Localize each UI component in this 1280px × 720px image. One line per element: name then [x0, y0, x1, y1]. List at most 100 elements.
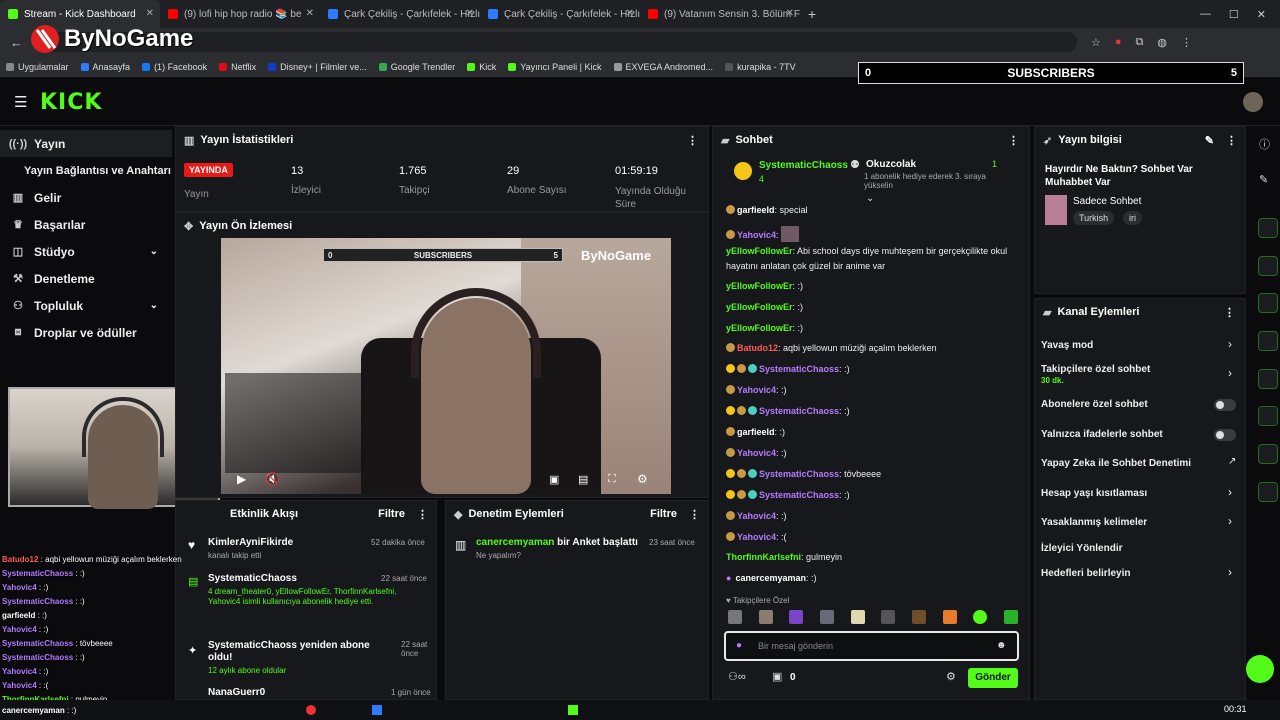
emote-icon[interactable] — [942, 610, 957, 624]
extension-icon[interactable]: ● — [1115, 36, 1122, 49]
more-icon[interactable]: ⋮ — [689, 508, 700, 521]
more-icon[interactable]: ⋮ — [1224, 306, 1235, 319]
play-icon[interactable]: ▶ — [237, 472, 246, 486]
users-icon[interactable]: ⚇∞ — [728, 670, 746, 683]
action-goals[interactable]: Hedefleri belirleyin — [1041, 568, 1130, 579]
taskbar-app-icon[interactable] — [306, 705, 316, 715]
close-tab-icon[interactable]: ✕ — [146, 8, 154, 19]
more-icon[interactable]: ⋮ — [687, 134, 698, 147]
close-window-icon[interactable]: ✕ — [1257, 8, 1266, 21]
close-tab-icon[interactable]: ✕ — [306, 8, 314, 19]
chevron-right-icon[interactable]: › — [1228, 337, 1232, 351]
emote-icon[interactable] — [758, 610, 773, 624]
bookmark-kick[interactable]: Kick — [467, 62, 496, 72]
theater-icon[interactable]: ▤ — [578, 473, 588, 486]
filter-button[interactable]: Filtre — [378, 508, 405, 520]
emoji-icon[interactable]: ☻ — [996, 640, 1007, 651]
chevron-down-icon[interactable]: ⌄ — [866, 193, 874, 204]
chevron-right-icon[interactable]: › — [1228, 366, 1232, 380]
quick-action-button[interactable] — [1258, 218, 1278, 238]
sidebar-item-revenue[interactable]: ▥ Gelir — [0, 184, 172, 211]
emote-icon[interactable] — [850, 610, 865, 624]
profile-icon[interactable]: ◍ — [1157, 36, 1167, 49]
quick-action-button[interactable] — [1258, 406, 1278, 426]
subs-only-toggle[interactable] — [1214, 399, 1236, 411]
user-avatar[interactable] — [1243, 92, 1263, 112]
quick-action-button[interactable] — [1258, 256, 1278, 276]
hamburger-menu-icon[interactable]: ☰ — [14, 93, 27, 111]
bookmark-trends[interactable]: Google Trendler — [378, 62, 455, 72]
puzzle-icon[interactable]: ⧉ — [1136, 36, 1144, 49]
chat-input-placeholder[interactable]: Bir mesaj gönderin — [758, 641, 833, 651]
tag-turkish[interactable]: Turkish — [1073, 211, 1115, 225]
sidebar-item-studio[interactable]: ◫ Stüdyo ⌄ — [0, 238, 172, 265]
emote-icon[interactable] — [728, 610, 742, 624]
bookmark-facebook[interactable]: (1) Facebook — [142, 62, 207, 72]
pip-icon[interactable]: ▣ — [549, 473, 559, 486]
action-followers-only[interactable]: Takipçilere özel sohbet — [1041, 364, 1150, 375]
info-icon[interactable]: ⓘ — [1259, 136, 1270, 152]
send-button[interactable]: Gönder — [968, 668, 1018, 688]
emote-icon[interactable] — [911, 610, 926, 624]
action-slow-mode[interactable]: Yavaş mod — [1041, 340, 1093, 351]
filter-button[interactable]: Filtre — [650, 508, 677, 520]
chat-input-box[interactable]: ● Bir mesaj gönderin ☻ — [724, 631, 1019, 661]
action-account-age[interactable]: Hesap yaşı kısıtlaması — [1041, 488, 1147, 499]
close-tab-icon[interactable]: ✕ — [786, 8, 794, 19]
star-icon[interactable]: ☆ — [1091, 36, 1101, 49]
bookmark-apps[interactable]: Uygulamalar — [6, 62, 69, 72]
more-icon[interactable]: ⋮ — [1226, 134, 1237, 147]
chevron-right-icon[interactable]: › — [1228, 514, 1232, 528]
tab-vatanim[interactable]: (9) Vatanım Sensin 3. Bölüm Fr ✕ — [640, 0, 800, 28]
more-icon[interactable]: ⋮ — [417, 508, 428, 521]
taskbar-app-icon[interactable] — [568, 705, 578, 715]
sidebar-item-drops[interactable]: ⧈ Droplar ve ödüller — [0, 319, 172, 346]
preview-video[interactable]: 0 SUBSCRIBERS 5 ByNoGame ▶ 🔇 ▣ ▤ ⛶ ⚙ — [221, 238, 671, 494]
action-host[interactable]: İzleyici Yönlendir — [1041, 543, 1123, 554]
emote-only-toggle[interactable] — [1214, 429, 1236, 441]
emote-icon[interactable] — [1003, 610, 1018, 624]
menu-dots-icon[interactable]: ⋮ — [1181, 36, 1192, 49]
quick-action-button[interactable] — [1258, 444, 1278, 464]
external-link-icon[interactable]: ↗ — [1228, 456, 1236, 467]
action-banned-words[interactable]: Yasaklanmış kelimeler — [1041, 517, 1147, 528]
bookmark-creator-panel[interactable]: Yayıncı Paneli | Kick — [508, 62, 602, 72]
sidebar-item-achievements[interactable]: ♛ Başarılar — [0, 211, 172, 238]
tag-iri[interactable]: iri — [1123, 211, 1142, 225]
emote-icon[interactable] — [881, 610, 896, 624]
quick-action-button[interactable] — [1258, 331, 1278, 351]
mute-icon[interactable]: 🔇 — [265, 472, 280, 486]
bookmark-home[interactable]: Anasayfa — [80, 62, 130, 72]
emote-icon[interactable] — [973, 610, 988, 624]
kick-logo[interactable]: KICK — [40, 90, 102, 115]
close-tab-icon[interactable]: ✕ — [466, 8, 474, 19]
quick-action-button[interactable] — [1258, 369, 1278, 389]
support-chat-button[interactable] — [1246, 655, 1274, 683]
taskbar-app-icon[interactable] — [372, 705, 382, 715]
action-ai-moderation[interactable]: Yapay Zeka ile Sohbet Denetimi — [1041, 458, 1191, 469]
new-tab-button[interactable]: + — [800, 6, 824, 22]
edit-icon[interactable]: ✎ — [1205, 134, 1214, 147]
bookmark-disney[interactable]: Disney+ | Filmler ve... — [268, 62, 367, 72]
maximize-icon[interactable]: ☐ — [1229, 8, 1239, 21]
quick-action-button[interactable] — [1258, 293, 1278, 313]
emote-icon[interactable] — [819, 610, 834, 624]
category-name[interactable]: Sadece Sohbet — [1073, 196, 1141, 207]
quick-action-button[interactable] — [1258, 482, 1278, 502]
tab-cark-2[interactable]: Çark Çekiliş - Çarkıfelek - Hızlı ✕ — [480, 0, 640, 28]
bookmark-netflix[interactable]: Netflix — [219, 62, 256, 72]
bookmark-exvega[interactable]: EXVEGA Andromed... — [613, 62, 713, 72]
more-icon[interactable]: ⋮ — [1008, 134, 1019, 147]
pencil-icon[interactable]: ✎ — [1259, 173, 1268, 186]
chevron-right-icon[interactable]: › — [1228, 485, 1232, 499]
close-tab-icon[interactable]: ✕ — [626, 8, 634, 19]
minimize-icon[interactable]: — — [1200, 8, 1211, 21]
sidebar-item-stream-key[interactable]: Yayın Bağlantısı ve Anahtarı — [0, 157, 172, 184]
bookmark-7tv[interactable]: kurapika - 7TV — [725, 62, 796, 72]
chat-settings-icon[interactable]: ⚙ — [946, 670, 956, 683]
sidebar-item-community[interactable]: ⚇ Topluluk ⌄ — [0, 292, 172, 319]
back-icon[interactable]: ← — [10, 35, 23, 50]
chevron-right-icon[interactable]: › — [1228, 565, 1232, 579]
emote-icon[interactable] — [789, 610, 804, 624]
sidebar-item-moderation[interactable]: ⚒ Denetleme — [0, 265, 172, 292]
